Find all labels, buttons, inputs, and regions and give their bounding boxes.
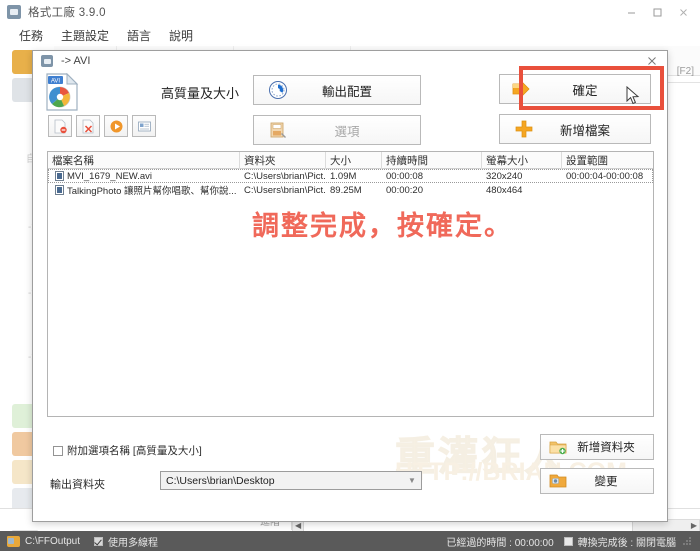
svg-text:AVI: AVI [51,79,61,85]
clear-list-icon[interactable] [76,115,100,137]
file-list[interactable]: 檔案名稱 資料夾 大小 持續時間 螢幕大小 設置範圍 MVI_1679_NEW.… [47,151,654,417]
menu-item-theme[interactable]: 主題設定 [52,25,118,46]
after-convert-checkbox[interactable] [563,536,573,546]
statusbar-right: 已經過的時間 : 00:00:00 轉換完成後 : 關閉電腦 [446,534,692,549]
mouse-cursor [626,86,640,105]
menubar: 任務 主題設定 語言 說明 [0,24,700,46]
status-output-path[interactable]: C:\FFOutput [25,536,80,547]
cell-range: 00:00:04-00:00:08 [566,170,644,182]
output-folder-combo[interactable]: C:\Users\brian\Desktop ▼ [160,471,422,490]
cell-range [562,183,653,197]
cell-filename: TalkingPhoto 讓照片幫你唱歌、幫你說... [48,183,240,197]
cell-folder: C:\Users\brian\Pict... [244,170,326,182]
file-list-header: 檔案名稱 資料夾 大小 持續時間 螢幕大小 設置範圍 [48,152,653,169]
menu-item-task[interactable]: 任務 [10,25,52,46]
add-file-button[interactable]: 新增檔案 [499,114,651,144]
annotation-text: 調整完成，按確定。 [252,211,513,241]
change-button[interactable]: 變更 [540,468,654,494]
multithread-checkbox[interactable] [94,536,104,546]
video-file-icon [55,171,64,181]
column-header-folder[interactable]: 資料夾 [240,152,326,169]
scroll-left-icon[interactable]: ◀ [293,521,303,530]
new-folder-button[interactable]: 新增資料夾 [540,434,654,460]
output-config-button[interactable]: 輸出配置 [253,75,421,105]
window-controls [618,0,696,24]
output-folder-value: C:\Users\brian\Desktop [166,474,275,487]
cell-duration: 00:00:20 [386,184,423,196]
cell-filename: MVI_1679_NEW.avi [48,169,240,183]
cell-screensize: 320x240 [486,170,523,182]
new-folder-label: 新增資料夾 [577,442,635,454]
column-header-range[interactable]: 設置範圍 [562,152,653,169]
table-row[interactable]: MVI_1679_NEW.avi C:\Users\brian\Pict... … [48,169,653,183]
filename-text: TalkingPhoto 讓照片幫你唱歌、幫你說... [67,186,237,197]
dialog-title: -> AVI [61,55,91,67]
new-folder-icon [549,441,567,455]
output-folder-icon [7,535,20,547]
column-header-size[interactable]: 大小 [326,152,382,169]
app-icon [7,5,21,19]
chevron-down-icon[interactable]: ▼ [403,472,421,489]
dialog-close-icon[interactable] [644,53,660,69]
multithread-label: 使用多線程 [108,537,159,549]
column-header-filename[interactable]: 檔案名稱 [48,152,240,169]
statusbar: C:\FFOutput 使用多線程 已經過的時間 : 00:00:00 轉換完成… [0,531,700,551]
app-root: 格式工廠 3.9.0 任務 主題設定 語言 說明 [F2] 進階 ◀ ▶ C:\… [0,0,700,551]
append-option-checkbox[interactable] [53,445,63,456]
after-convert-label: 轉換完成後 : 關閉電腦 [577,537,676,549]
options-icon [270,122,286,138]
cell-folder: C:\Users\brian\Pict... [244,184,326,196]
video-file-icon [55,185,64,195]
column-header-duration[interactable]: 持續時間 [382,152,482,169]
remove-file-icon[interactable] [48,115,72,137]
cell-duration: 00:00:08 [386,170,423,182]
append-option-label: 附加選項名稱 [高質量及大小] [67,445,202,457]
resize-grip-icon[interactable] [682,536,692,546]
filename-text: MVI_1679_NEW.avi [67,170,153,182]
scroll-right-icon[interactable]: ▶ [689,521,699,530]
f2-hint: [F2] [676,66,694,77]
elapsed-time-label: 已經過的時間 : 00:00:00 [446,537,554,549]
menu-item-language[interactable]: 語言 [118,25,160,46]
output-config-icon [269,81,287,99]
cell-size: 1.09M [330,170,357,182]
window-title: 格式工廠 3.9.0 [28,7,106,19]
window-titlebar: 格式工廠 3.9.0 [0,0,700,24]
maximize-icon[interactable] [644,1,670,23]
dialog-titlebar: -> AVI [33,51,667,71]
table-row[interactable]: TalkingPhoto 讓照片幫你唱歌、幫你說... C:\Users\bri… [48,183,653,197]
play-icon[interactable] [104,115,128,137]
minimize-icon[interactable] [618,1,644,23]
append-option-row[interactable]: 附加選項名稱 [高質量及大小] [53,443,202,458]
output-config-label: 輸出配置 [321,84,372,99]
menu-item-help[interactable]: 說明 [160,25,202,46]
browse-folder-icon [549,474,567,488]
cell-size: 89.25M [330,184,362,196]
add-file-label: 新增檔案 [559,123,610,138]
change-label: 變更 [594,476,618,488]
avi-file-icon: AVI [46,73,79,111]
file-list-toolbar [48,115,156,137]
options-label: 選項 [334,124,360,139]
plus-icon [515,120,533,138]
properties-icon[interactable] [132,115,156,137]
output-folder-label: 輸出資料夾 [50,479,105,491]
dialog-icon [41,55,53,67]
arrow-right-icon [512,80,530,98]
column-header-screensize[interactable]: 螢幕大小 [482,152,562,169]
cell-screensize: 480x464 [486,184,523,196]
options-button[interactable]: 選項 [253,115,421,145]
close-icon[interactable] [670,1,696,23]
